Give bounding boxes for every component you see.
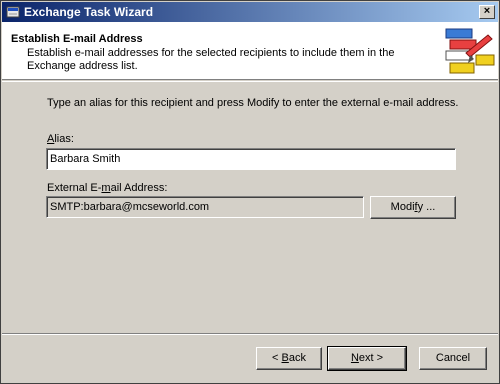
alias-label-rest: lias: xyxy=(54,133,74,145)
exchange-app-icon xyxy=(6,6,20,18)
external-email-label-rest: ail Address: xyxy=(110,182,168,194)
wizard-header: Establish E-mail Address Establish e-mai… xyxy=(2,22,498,80)
wizard-graphic-icon xyxy=(445,28,495,74)
instruction-text: Type an alias for this recipient and pre… xyxy=(47,97,459,109)
alias-input[interactable]: Barbara Smith xyxy=(46,148,456,170)
window-title: Exchange Task Wizard xyxy=(24,5,154,19)
footer-divider xyxy=(2,333,498,335)
wizard-window: Exchange Task Wizard × Establish E-mail … xyxy=(0,0,500,384)
close-button[interactable]: × xyxy=(479,5,495,19)
next-label-rest: ext > xyxy=(358,352,384,364)
page-description: Establish e-mail addresses for the selec… xyxy=(27,47,427,73)
back-label-accel: B xyxy=(281,352,289,364)
next-button[interactable]: Next > xyxy=(327,346,407,371)
external-email-field: SMTP:barbara@mcseworld.com xyxy=(46,196,364,218)
external-email-label-pre: External E- xyxy=(47,182,102,194)
external-email-label-accel: m xyxy=(101,182,111,194)
modify-label-rest: y ... xyxy=(417,201,436,213)
next-label-accel: N xyxy=(350,352,359,364)
modify-button[interactable]: Modify ... xyxy=(370,196,456,219)
cancel-button[interactable]: Cancel xyxy=(419,347,487,370)
back-button[interactable]: < Back xyxy=(256,347,322,370)
page-description-line-2: Exchange address list. xyxy=(27,60,138,72)
back-label-rest: ack xyxy=(288,352,306,364)
alias-label: Alias: xyxy=(47,133,74,145)
header-divider xyxy=(2,81,498,82)
page-title: Establish E-mail Address xyxy=(11,33,143,45)
external-email-label: External E-mail Address: xyxy=(47,182,167,194)
page-description-line-1: Establish e-mail addresses for the selec… xyxy=(27,47,395,59)
title-bar[interactable]: Exchange Task Wizard × xyxy=(2,2,498,22)
back-label-pre: < xyxy=(272,352,282,364)
modify-label-pre: Modi xyxy=(390,201,415,213)
